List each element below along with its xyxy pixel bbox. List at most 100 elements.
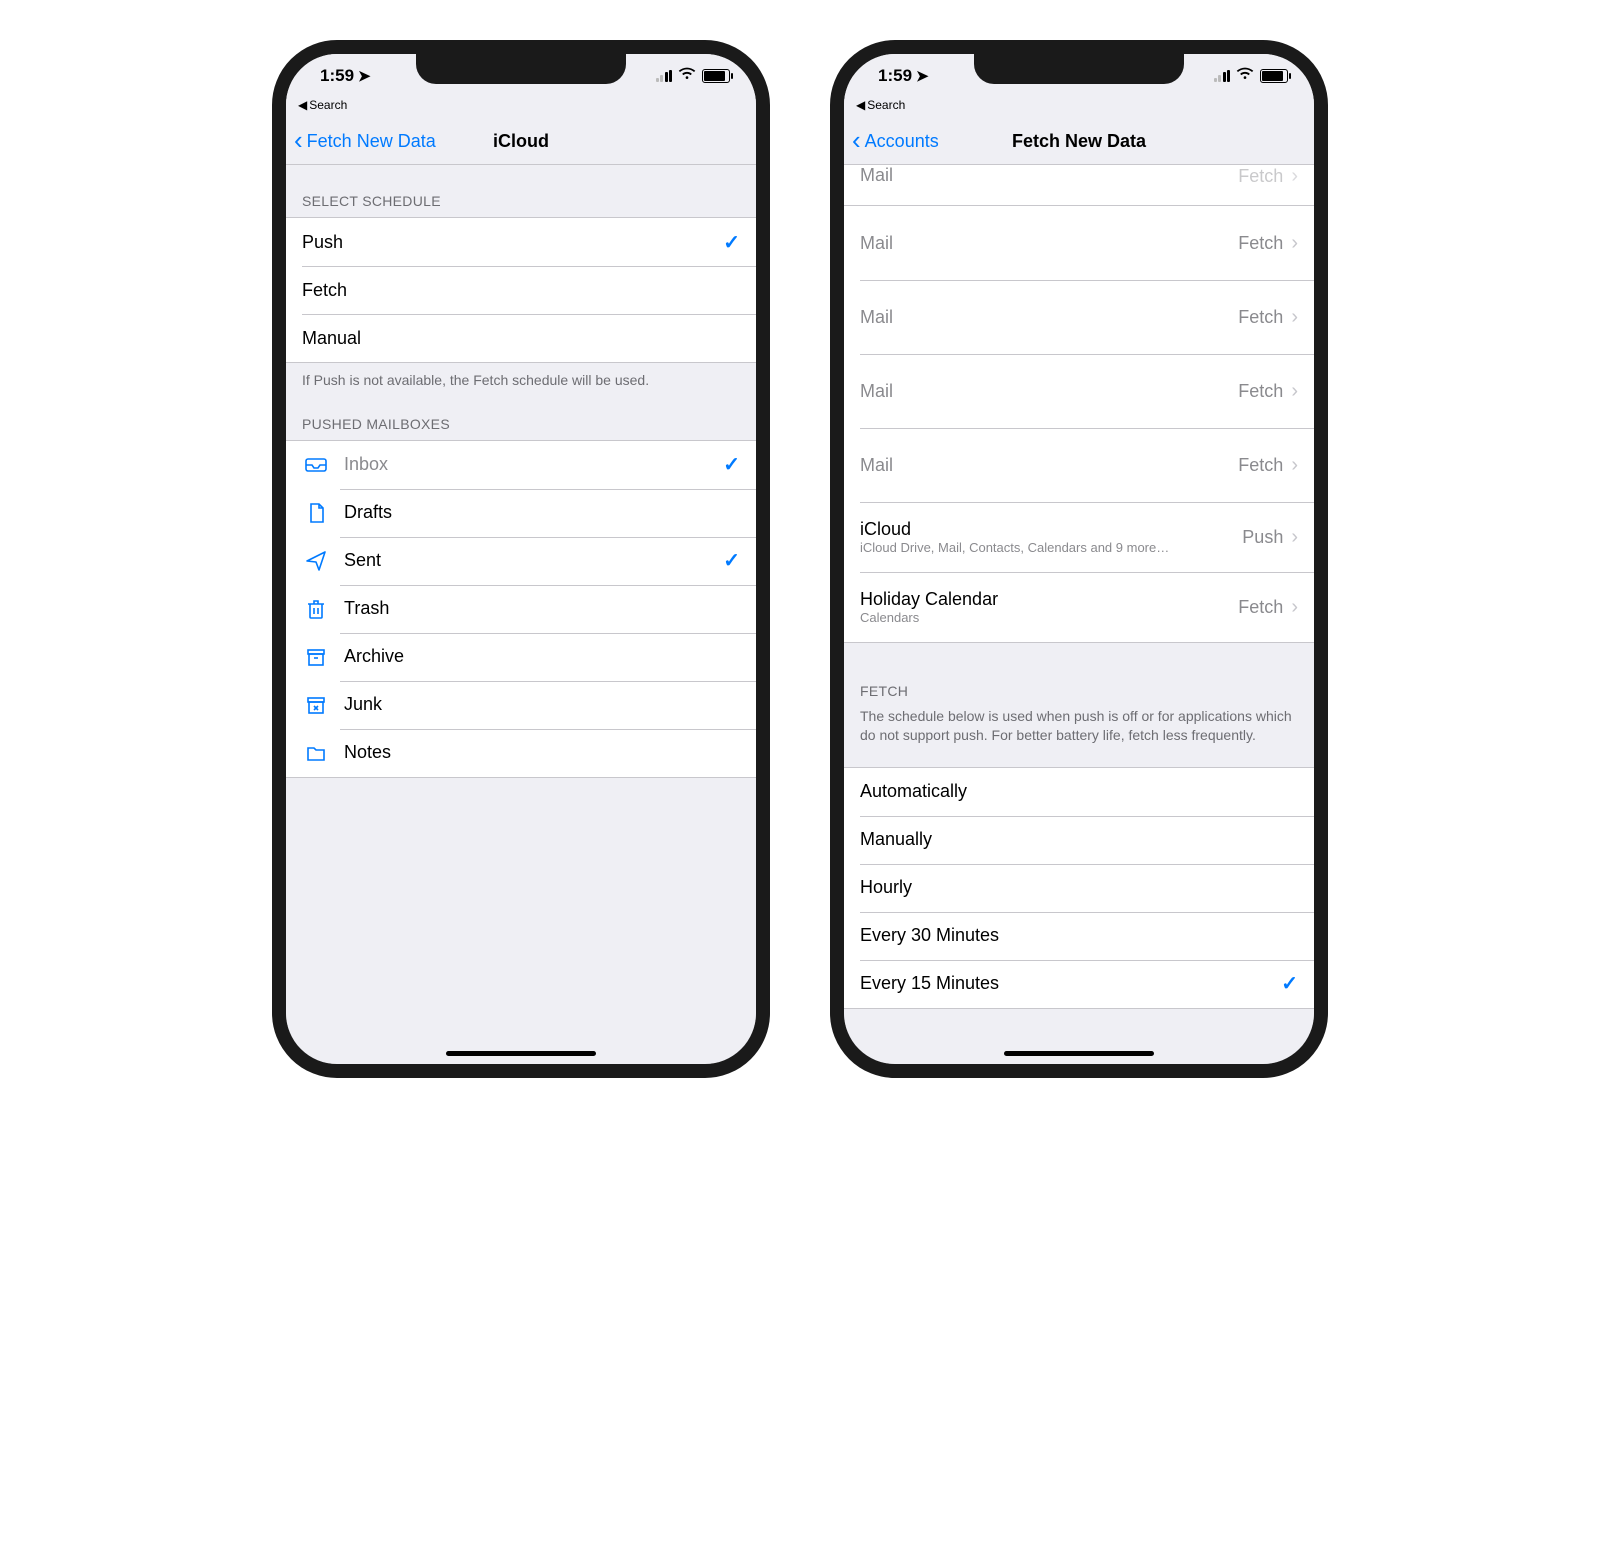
account-label: Mail xyxy=(860,165,893,186)
notes-folder-icon xyxy=(302,741,330,765)
chevron-right-icon: › xyxy=(1291,380,1298,403)
section-header-mailboxes: PUSHED MAILBOXES xyxy=(286,400,756,440)
fetch-section-header: FETCH xyxy=(844,643,1314,707)
archive-icon xyxy=(302,645,330,669)
schedule-label: Manual xyxy=(302,328,740,349)
checkmark-icon: ✓ xyxy=(723,452,740,477)
mailbox-label: Drafts xyxy=(344,502,740,523)
mailbox-label: Junk xyxy=(344,694,740,715)
cell-signal-icon xyxy=(1214,70,1231,82)
fetch-option-label: Hourly xyxy=(860,877,1298,898)
mailbox-label: Notes xyxy=(344,742,740,763)
back-app-label: Search xyxy=(867,98,905,112)
notch xyxy=(974,52,1184,84)
schedule-label: Push xyxy=(302,232,723,253)
mailbox-label: Trash xyxy=(344,598,740,619)
drafts-icon xyxy=(302,501,330,525)
fetch-option[interactable]: Automatically xyxy=(844,768,1314,816)
account-detail: Fetch xyxy=(1238,455,1283,476)
account-label: iCloud xyxy=(860,519,1242,540)
status-time: 1:59 xyxy=(320,66,354,86)
chevron-right-icon: › xyxy=(1291,165,1298,188)
account-detail: Fetch xyxy=(1238,233,1283,254)
battery-icon xyxy=(1260,69,1288,83)
fetch-option[interactable]: Every 30 Minutes xyxy=(844,912,1314,960)
breadcrumb-back-app[interactable]: ◀ Search xyxy=(286,98,756,118)
section-header-schedule: SELECT SCHEDULE xyxy=(286,165,756,217)
account-row[interactable]: MailFetch› xyxy=(844,428,1314,502)
account-label: Mail xyxy=(860,455,1238,476)
wifi-icon xyxy=(678,66,696,86)
account-row[interactable]: MailFetch › xyxy=(844,354,1314,428)
account-label: Holiday Calendar xyxy=(860,589,1238,610)
fetch-option[interactable]: Hourly xyxy=(844,864,1314,912)
fetch-option-label: Every 15 Minutes xyxy=(860,973,1281,994)
nav-back-button[interactable]: ‹ Fetch New Data xyxy=(286,130,436,153)
checkmark-icon: ✓ xyxy=(723,230,740,255)
account-label: Mail xyxy=(860,233,1238,254)
mailbox-label: Archive xyxy=(344,646,740,667)
account-detail: Fetch xyxy=(1238,597,1283,618)
account-detail: Fetch xyxy=(1238,307,1283,328)
chevron-right-icon: › xyxy=(1291,596,1298,619)
fetch-section-footer: The schedule below is used when push is … xyxy=(844,707,1314,755)
location-arrow-icon: ➤ xyxy=(358,67,371,85)
home-indicator[interactable] xyxy=(446,1051,596,1056)
schedule-option[interactable]: Push✓ xyxy=(286,218,756,266)
chevron-right-icon: › xyxy=(1291,232,1298,255)
account-row[interactable]: Holiday CalendarCalendarsFetch › xyxy=(844,572,1314,642)
nav-back-button[interactable]: ‹ Accounts xyxy=(844,130,939,153)
chevron-right-icon: › xyxy=(1291,526,1298,549)
account-label: Mail xyxy=(860,381,1238,402)
account-sublabel: Calendars xyxy=(860,610,1238,625)
account-row[interactable]: MailFetch › xyxy=(844,280,1314,354)
mailbox-row[interactable]: Sent✓ xyxy=(286,537,756,585)
nav-back-label: Accounts xyxy=(865,131,939,152)
chevron-right-icon: › xyxy=(1291,306,1298,329)
checkmark-icon: ✓ xyxy=(723,548,740,573)
mailbox-label: Inbox xyxy=(344,454,723,475)
nav-bar: ‹ Fetch New Data iCloud xyxy=(286,118,756,165)
account-sublabel: iCloud Drive, Mail, Contacts, Calendars … xyxy=(860,540,1242,555)
fetch-options-list: Automatically Manually Hourly Every 30 Minu… xyxy=(844,767,1314,1009)
junk-icon xyxy=(302,693,330,717)
account-row[interactable]: iCloudiCloud Drive, Mail, Contacts, Cale… xyxy=(844,502,1314,572)
mailbox-row[interactable]: Notes xyxy=(286,729,756,777)
account-detail: Fetch xyxy=(1238,381,1283,402)
account-row[interactable]: MailFetch › xyxy=(844,206,1314,280)
account-row-partial[interactable]: Mail Fetch › xyxy=(844,165,1314,206)
mailbox-row[interactable]: Archive xyxy=(286,633,756,681)
home-indicator[interactable] xyxy=(1004,1051,1154,1056)
schedule-footer: If Push is not available, the Fetch sche… xyxy=(286,363,756,400)
mailboxes-list: Inbox✓DraftsSent✓TrashArchiveJunkNotes xyxy=(286,440,756,778)
chevron-left-icon: ‹ xyxy=(852,127,861,153)
account-detail: Push xyxy=(1242,527,1283,548)
back-caret-icon: ◀ xyxy=(856,98,865,112)
phone-right: 1:59 ➤ ◀ Search ‹ Accounts Fetch New Dat… xyxy=(830,40,1328,1078)
fetch-option[interactable]: Every 15 Minutes✓ xyxy=(844,960,1314,1008)
fetch-option-label: Automatically xyxy=(860,781,1298,802)
schedule-option[interactable]: Manual xyxy=(286,314,756,362)
location-arrow-icon: ➤ xyxy=(916,67,929,85)
cell-signal-icon xyxy=(656,70,673,82)
mailbox-label: Sent xyxy=(344,550,723,571)
mailbox-row[interactable]: Junk xyxy=(286,681,756,729)
notch xyxy=(416,52,626,84)
mailbox-row[interactable]: Trash xyxy=(286,585,756,633)
inbox-icon xyxy=(302,453,330,477)
fetch-option-label: Manually xyxy=(860,829,1298,850)
account-label: Mail xyxy=(860,307,1238,328)
phone-left: 1:59 ➤ ◀ Search ‹ Fetch New Data iCloud xyxy=(272,40,770,1078)
mailbox-row[interactable]: Inbox✓ xyxy=(286,441,756,489)
fetch-option-label: Every 30 Minutes xyxy=(860,925,1298,946)
trash-icon xyxy=(302,597,330,621)
fetch-option[interactable]: Manually xyxy=(844,816,1314,864)
nav-bar: ‹ Accounts Fetch New Data xyxy=(844,118,1314,165)
schedule-label: Fetch xyxy=(302,280,740,301)
sent-icon xyxy=(302,549,330,573)
schedule-option[interactable]: Fetch xyxy=(286,266,756,314)
breadcrumb-back-app[interactable]: ◀ Search xyxy=(844,98,1314,118)
back-caret-icon: ◀ xyxy=(298,98,307,112)
nav-back-label: Fetch New Data xyxy=(307,131,436,152)
mailbox-row[interactable]: Drafts xyxy=(286,489,756,537)
